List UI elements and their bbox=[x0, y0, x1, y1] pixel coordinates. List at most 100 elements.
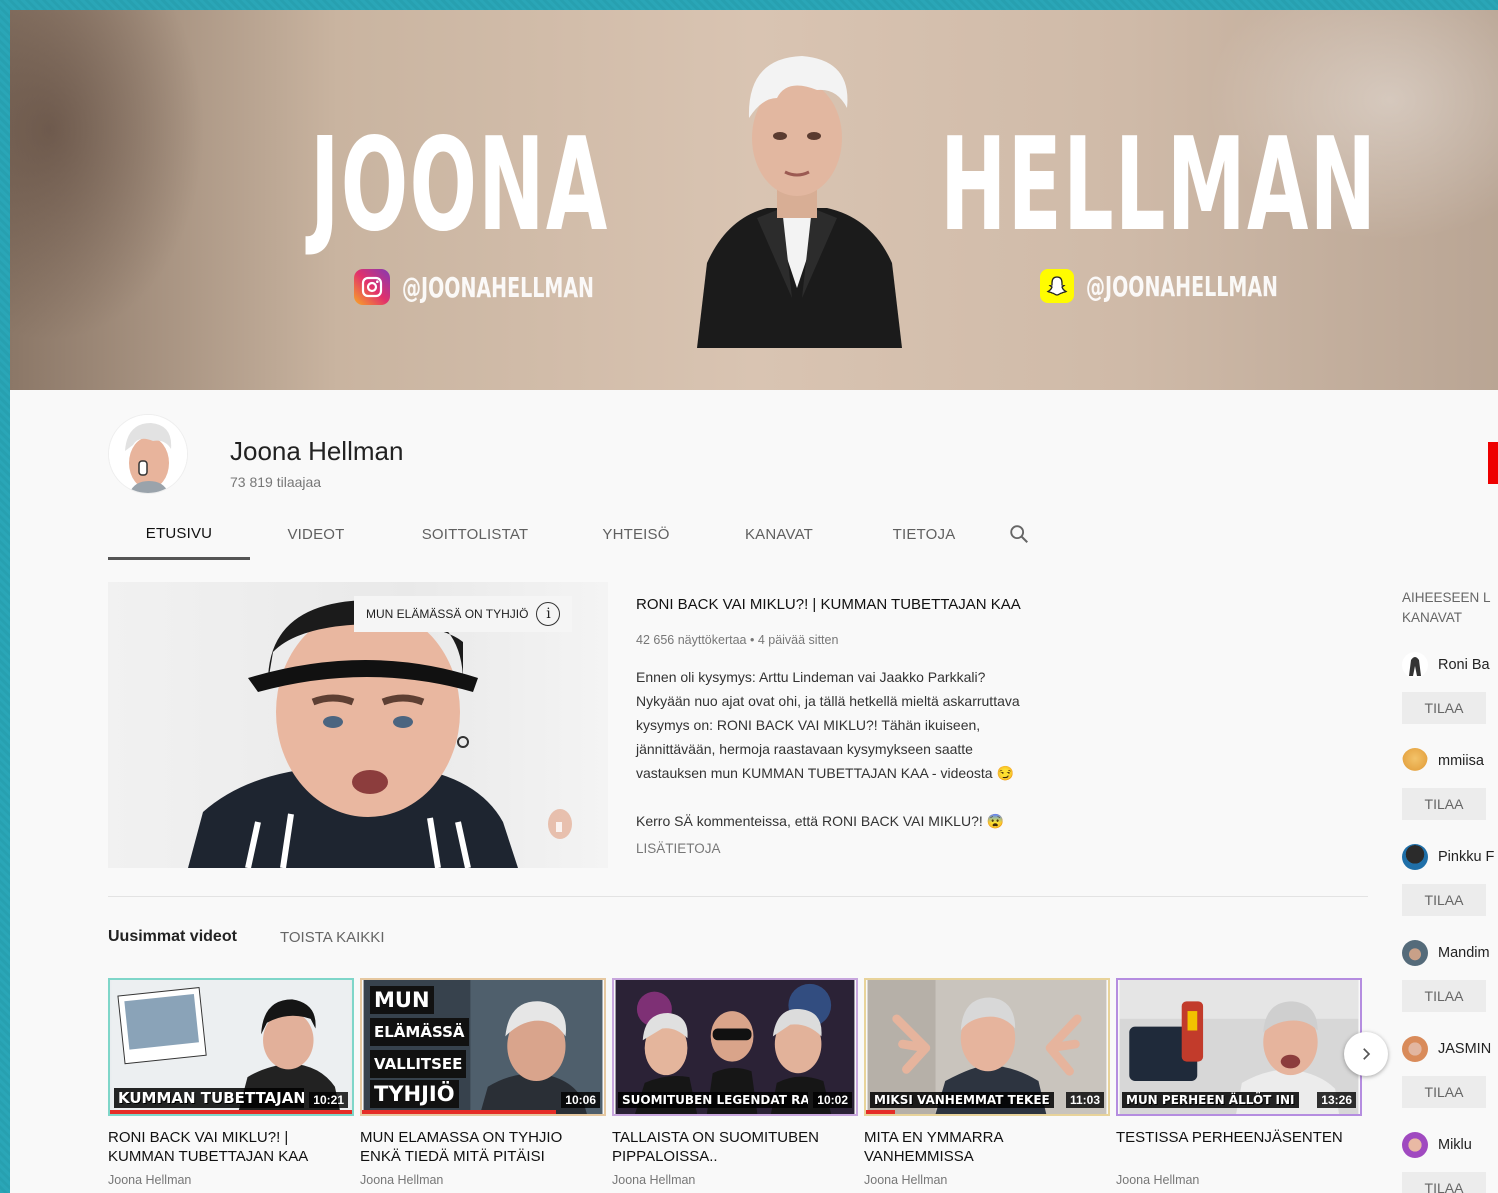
thumbnail-caption: SUOMITUBEN LEGENDAT RA bbox=[618, 1092, 808, 1108]
video-title[interactable]: TESTISSA PERHEENJÄSENTEN bbox=[1116, 1128, 1362, 1166]
video-title[interactable]: MUN ELAMASSA ON TYHJIO ENKÄ TIEDÄ MITÄ P… bbox=[360, 1128, 606, 1166]
video-channel-name[interactable]: Joona Hellman bbox=[612, 1173, 858, 1187]
description-line: Ennen oli kysymys: Arttu Lindeman vai Ja… bbox=[636, 669, 986, 685]
channel-avatar[interactable] bbox=[1402, 652, 1428, 678]
subscribe-button[interactable]: TILAA bbox=[1402, 692, 1486, 724]
related-channel-name[interactable]: Roni Ba bbox=[1438, 657, 1490, 673]
featured-video-chip[interactable]: MUN ELÄMÄSSÄ ON TYHJIÖ i bbox=[354, 596, 573, 632]
subscribe-button[interactable]: TILAA bbox=[1402, 1076, 1486, 1108]
video-thumbnail[interactable]: KUMMAN TUBETTAJAN 10:21 bbox=[108, 978, 354, 1116]
channel-header: Joona Hellman 73 819 tilaajaa ETUSIVU VI… bbox=[10, 390, 1498, 560]
video-title[interactable]: MITA EN YMMARRA VANHEMMISSA bbox=[864, 1128, 1110, 1166]
featured-video-player[interactable]: MUN ELÄMÄSSÄ ON TYHJIÖ i bbox=[108, 582, 608, 868]
instagram-handle-text: @JOONAHELLMAN bbox=[402, 270, 594, 304]
related-heading-line: AIHEESEEN L bbox=[1402, 590, 1491, 605]
related-channel[interactable]: Mandim TILAA bbox=[1402, 940, 1498, 1012]
section-divider bbox=[108, 896, 1368, 897]
featured-video-meta: 42 656 näyttökertaa • 4 päivää sitten bbox=[636, 633, 839, 647]
related-channel[interactable]: JASMIN TILAA bbox=[1402, 1036, 1498, 1108]
related-channel-name[interactable]: Miklu bbox=[1438, 1137, 1472, 1153]
video-title[interactable]: TALLAISTA ON SUOMITUBEN PIPPALOISSA.. bbox=[612, 1128, 858, 1166]
banner-last-name: HELLMAN bbox=[940, 111, 1378, 260]
channel-avatar[interactable] bbox=[1402, 1132, 1428, 1158]
video-card[interactable]: SUOMITUBEN LEGENDAT RA 10:02 TALLAISTA O… bbox=[612, 978, 858, 1187]
description-line: Kerro SÄ kommenteissa, että RONI BACK VA… bbox=[636, 813, 1005, 829]
video-card[interactable]: KUMMAN TUBETTAJAN 10:21 RONI BACK VAI MI… bbox=[108, 978, 354, 1187]
video-duration: 11:03 bbox=[1065, 1092, 1104, 1108]
banner-portrait bbox=[697, 56, 902, 348]
subscribe-button[interactable]: TILAA bbox=[1402, 788, 1486, 820]
instagram-icon bbox=[354, 269, 390, 305]
banner-first-name: JOONA bbox=[310, 111, 609, 260]
tab-playlists[interactable]: SOITTOLISTAT bbox=[382, 510, 568, 558]
related-heading-line: KANAVAT bbox=[1402, 610, 1463, 625]
tab-channels[interactable]: KANAVAT bbox=[704, 510, 854, 558]
subscribe-button[interactable]: TILAA bbox=[1402, 884, 1486, 916]
video-channel-name[interactable]: Joona Hellman bbox=[108, 1173, 354, 1187]
related-channel[interactable]: Roni Ba TILAA bbox=[1402, 652, 1498, 724]
subscriber-count: 73 819 tilaajaa bbox=[230, 474, 322, 490]
related-channel-name[interactable]: mmiisa bbox=[1438, 753, 1484, 769]
channel-tabs: ETUSIVU VIDEOT SOITTOLISTAT YHTEISÖ KANA… bbox=[108, 510, 1044, 560]
info-icon[interactable]: i bbox=[536, 602, 561, 626]
caption-line: VALLITSEE bbox=[370, 1050, 467, 1078]
featured-chip-text: MUN ELÄMÄSSÄ ON TYHJIÖ bbox=[366, 607, 529, 621]
caption-line: TYHJIÖ bbox=[370, 1080, 459, 1108]
video-thumbnail[interactable]: MUN PERHEEN ÄLLÖT INI 13:26 bbox=[1116, 978, 1362, 1116]
video-thumbnail[interactable]: SUOMITUBEN LEGENDAT RA 10:02 bbox=[612, 978, 858, 1116]
thumbnail-caption: MUN ELÄMÄSSÄ VALLITSEE TYHJIÖ bbox=[370, 986, 469, 1110]
related-channel-name[interactable]: Pinkku F bbox=[1438, 849, 1494, 865]
featured-video-title[interactable]: RONI BACK VAI MIKLU?! | KUMMAN TUBETTAJA… bbox=[636, 596, 1136, 613]
video-channel-name[interactable]: Joona Hellman bbox=[1116, 1173, 1362, 1187]
related-channels: AIHEESEEN L KANAVAT Roni Ba TILAA mmiisa… bbox=[1402, 588, 1498, 1193]
related-channel[interactable]: mmiisa TILAA bbox=[1402, 748, 1498, 820]
channel-avatar[interactable] bbox=[108, 414, 188, 494]
shelf-next-button[interactable] bbox=[1344, 1032, 1388, 1076]
snapchat-handle: @JOONAHELLMAN bbox=[1040, 269, 1368, 303]
video-duration: 10:21 bbox=[309, 1092, 348, 1108]
youtube-channel-page: JOONA HELLMAN @JOONAHELLMAN @JOONAHELLMA… bbox=[10, 10, 1498, 1193]
related-channel[interactable]: Pinkku F TILAA bbox=[1402, 844, 1498, 916]
video-channel-name[interactable]: Joona Hellman bbox=[360, 1173, 606, 1187]
video-card[interactable]: MUN ELÄMÄSSÄ VALLITSEE TYHJIÖ 10:06 MUN … bbox=[360, 978, 606, 1187]
channel-avatar[interactable] bbox=[1402, 1036, 1428, 1062]
description-line: jännittävään, hermoja raastavaan kysymyk… bbox=[636, 741, 973, 757]
channel-avatar[interactable] bbox=[1402, 844, 1428, 870]
channel-avatar[interactable] bbox=[1402, 940, 1428, 966]
shelf-title[interactable]: Uusimmat videot bbox=[108, 928, 237, 946]
play-all-button[interactable]: TOISTA KAIKKI bbox=[280, 929, 384, 946]
video-card[interactable]: MUN PERHEEN ÄLLÖT INI 13:26 TESTISSA PER… bbox=[1116, 978, 1362, 1187]
related-channel[interactable]: Miklu TILAA bbox=[1402, 1132, 1498, 1193]
subscribe-button[interactable] bbox=[1488, 442, 1498, 484]
tab-home[interactable]: ETUSIVU bbox=[108, 510, 250, 560]
channel-name: Joona Hellman bbox=[230, 436, 404, 466]
caption-line: ELÄMÄSSÄ bbox=[370, 1018, 469, 1046]
related-channel-name[interactable]: Mandim bbox=[1438, 945, 1490, 961]
tab-about[interactable]: TIETOJA bbox=[854, 510, 994, 558]
instagram-handle: @JOONAHELLMAN bbox=[354, 269, 684, 305]
video-thumbnail[interactable]: MIKSI VANHEMMAT TEKEE 11:03 bbox=[864, 978, 1110, 1116]
thumbnail-caption: MUN PERHEEN ÄLLÖT INI bbox=[1122, 1092, 1299, 1108]
read-more-link[interactable]: LISÄTIETOJA bbox=[636, 841, 1136, 856]
video-channel-name[interactable]: Joona Hellman bbox=[864, 1173, 1110, 1187]
description-line: kysymys on: RONI BACK VAI MIKLU?! Tähän … bbox=[636, 717, 981, 733]
search-icon[interactable] bbox=[994, 510, 1044, 558]
chevron-right-icon bbox=[1363, 1048, 1371, 1060]
channel-avatar[interactable] bbox=[1402, 748, 1428, 774]
watch-progress-bar bbox=[110, 1110, 352, 1114]
related-channel-name[interactable]: JASMIN bbox=[1438, 1041, 1491, 1057]
video-card[interactable]: MIKSI VANHEMMAT TEKEE 11:03 MITA EN YMMA… bbox=[864, 978, 1110, 1187]
tab-videos[interactable]: VIDEOT bbox=[250, 510, 382, 558]
video-title[interactable]: RONI BACK VAI MIKLU?! | KUMMAN TUBETTAJA… bbox=[108, 1128, 354, 1166]
video-thumbnail[interactable]: MUN ELÄMÄSSÄ VALLITSEE TYHJIÖ 10:06 bbox=[360, 978, 606, 1116]
video-shelf: KUMMAN TUBETTAJAN 10:21 RONI BACK VAI MI… bbox=[108, 978, 1362, 1187]
subscribe-button[interactable]: TILAA bbox=[1402, 1172, 1486, 1193]
tab-community[interactable]: YHTEISÖ bbox=[568, 510, 704, 558]
caption-line: MUN bbox=[370, 986, 434, 1014]
watch-progress-bar bbox=[362, 1110, 556, 1114]
description-line: vastauksen mun KUMMAN TUBETTAJAN KAA - v… bbox=[636, 765, 1014, 781]
thumbnail-caption: KUMMAN TUBETTAJAN bbox=[114, 1088, 304, 1108]
video-duration: 10:02 bbox=[813, 1092, 852, 1108]
channel-banner: JOONA HELLMAN @JOONAHELLMAN @JOONAHELLMA… bbox=[10, 10, 1498, 390]
subscribe-button[interactable]: TILAA bbox=[1402, 980, 1486, 1012]
